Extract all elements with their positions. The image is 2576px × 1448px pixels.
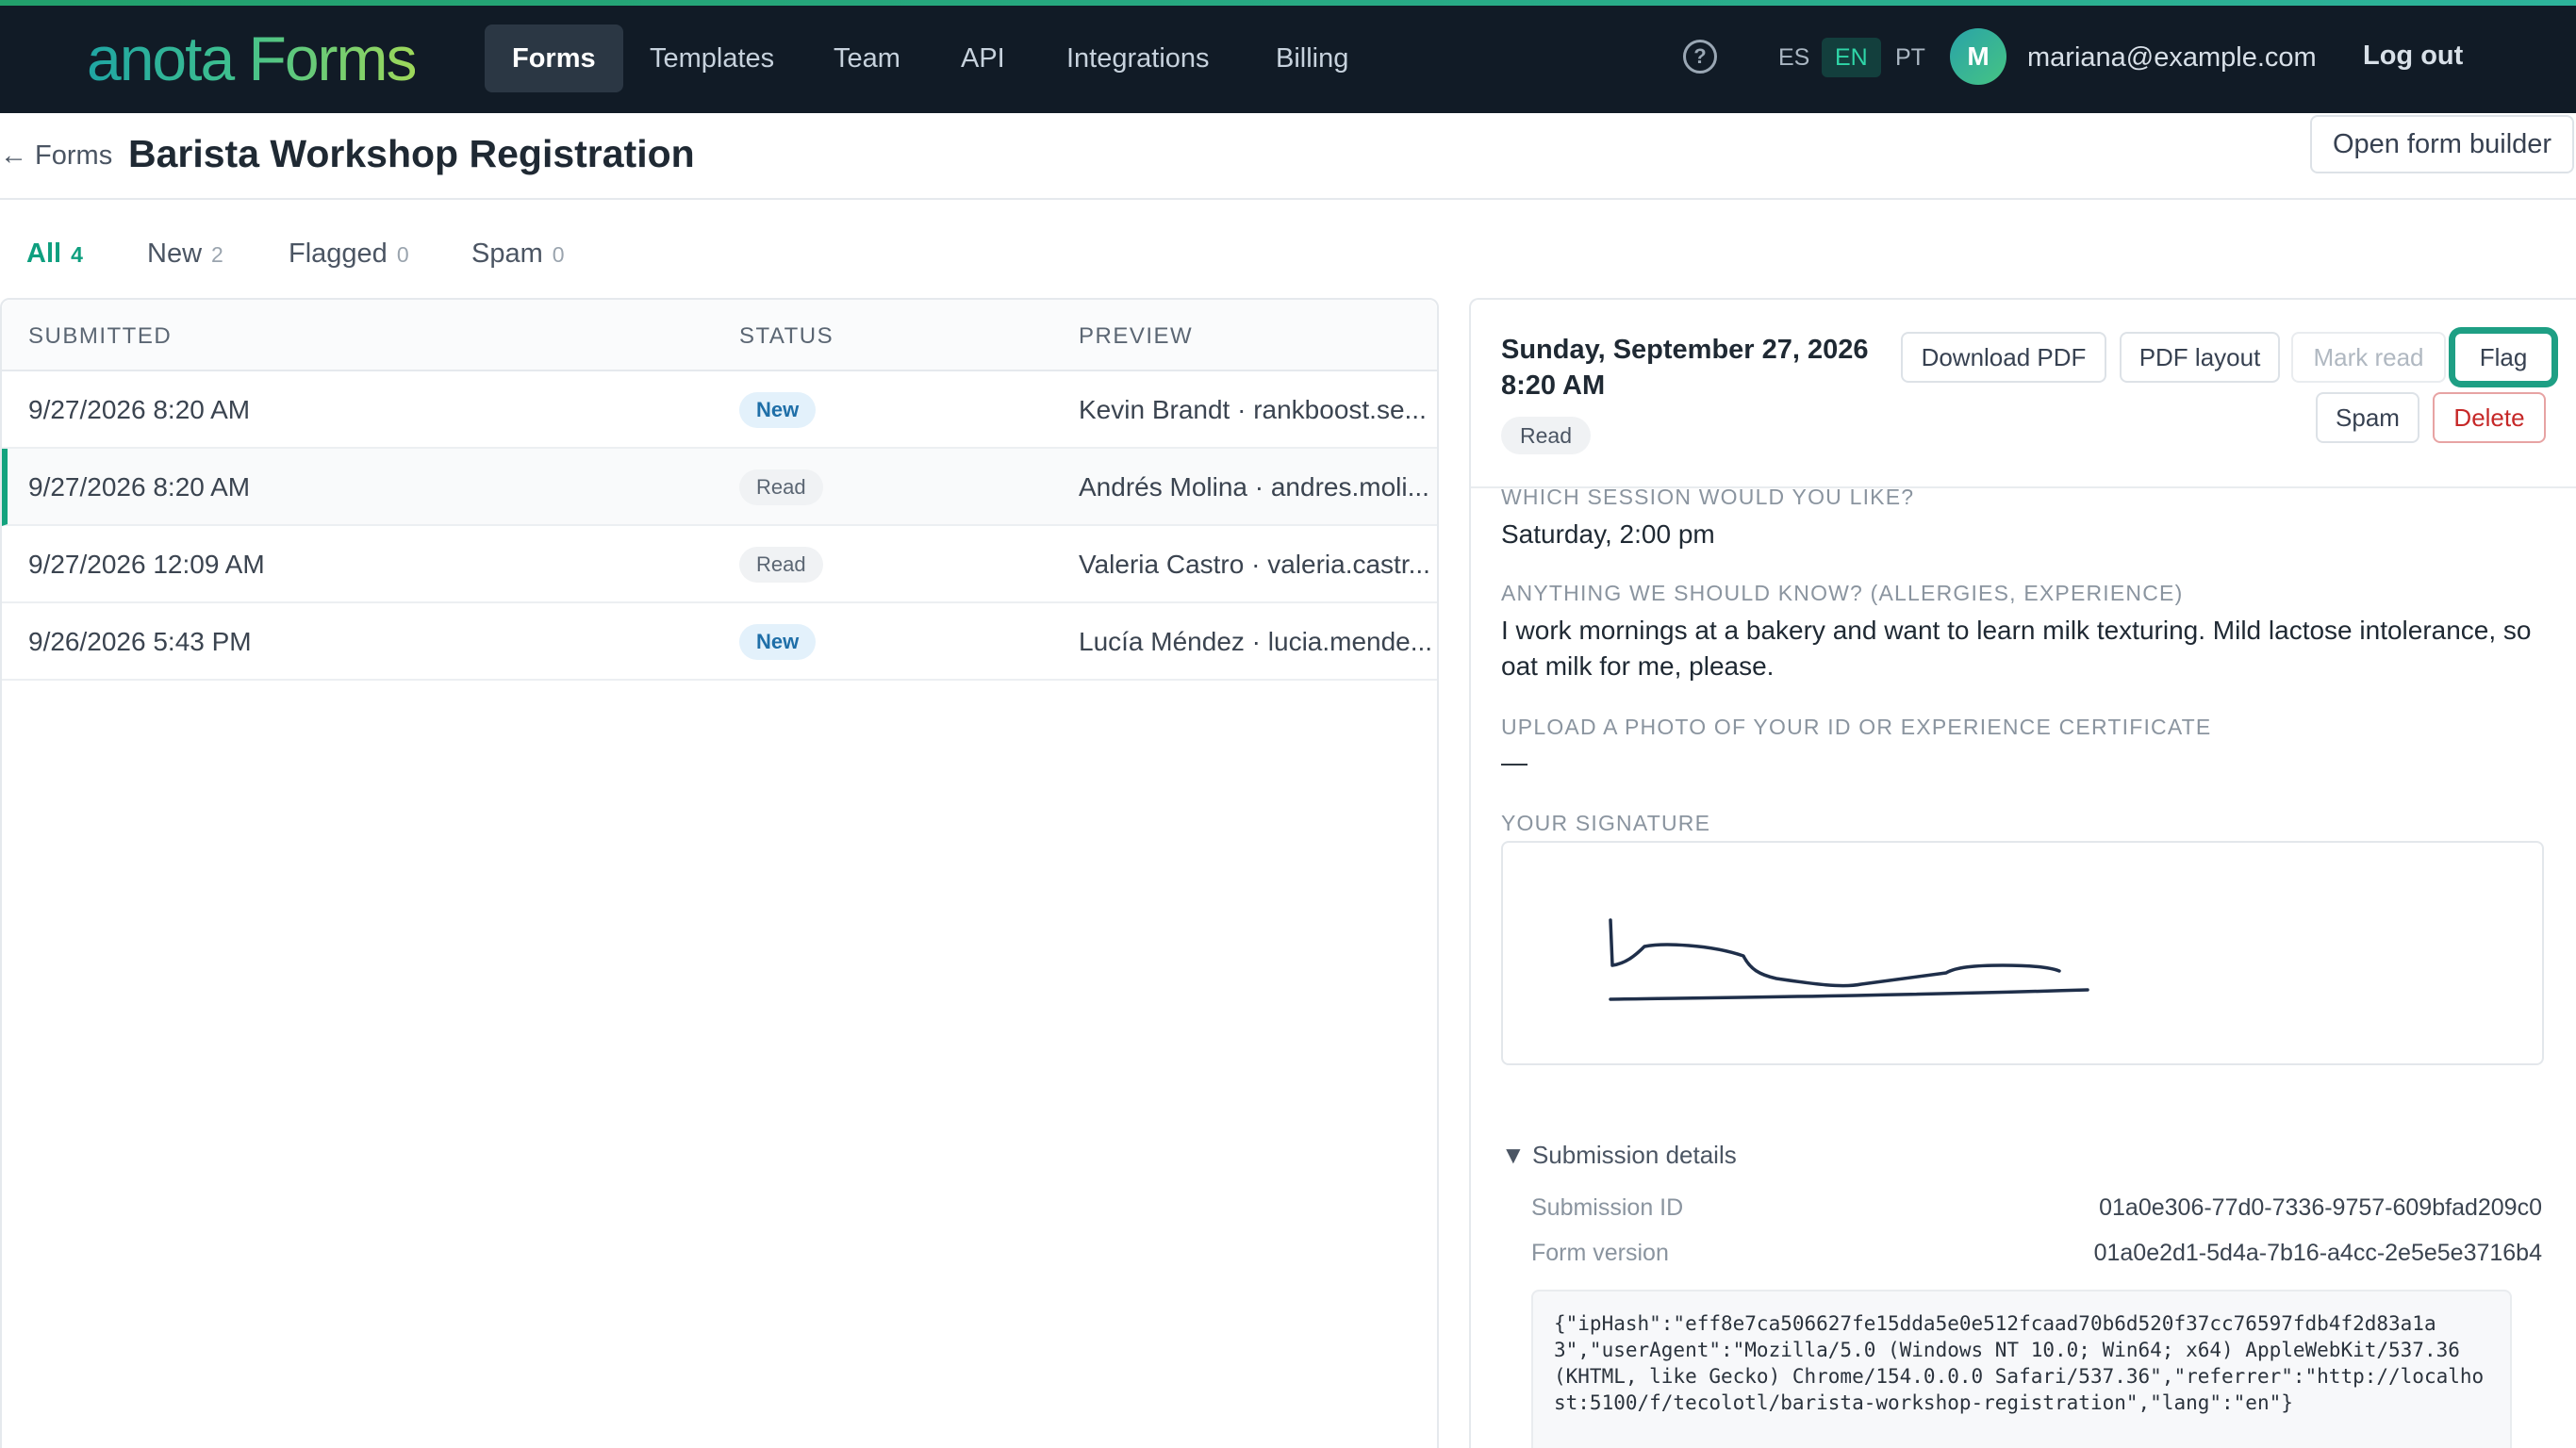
help-icon[interactable]: ? [1683, 40, 1717, 74]
preview-cell: Andrés Molina · andres.moli... [1079, 472, 1429, 502]
open-form-builder-button[interactable]: Open form builder [2310, 115, 2574, 173]
language-en[interactable]: EN [1822, 38, 1881, 77]
field-value: I work mornings at a bakery and want to … [1501, 616, 2532, 681]
form-version-label: Form version [1531, 1240, 1669, 1266]
table-header: SUBMITTED STATUS PREVIEW [2, 300, 1437, 371]
field-label: UPLOAD A PHOTO OF YOUR ID OR EXPERIENCE … [1501, 715, 2212, 739]
preview-cell: Valeria Castro · valeria.castr... [1079, 550, 1430, 579]
signature-drawing [1609, 918, 2089, 1001]
language-es[interactable]: ES [1765, 38, 1823, 77]
submissions-table: SUBMITTED STATUS PREVIEW 9/27/2026 8:20 … [0, 298, 1439, 1448]
submission-detail-panel: Sunday, September 27, 2026 8:20 AM Read … [1469, 298, 2576, 1448]
submitted-cell: 9/27/2026 8:20 AM [28, 395, 251, 424]
nav-api[interactable]: API [933, 25, 1032, 92]
filter-tabs: All 4 New 2 Flagged 0 Spam 0 [0, 200, 2576, 300]
top-navigation-bar: anota Forms Forms Templates Team API Int… [0, 0, 2576, 113]
tab-label: Spam [471, 239, 543, 269]
tab-label: New [147, 239, 203, 269]
preview-cell: Kevin Brandt · rankboost.se... [1079, 395, 1427, 424]
table-row[interactable]: 9/27/2026 12:09 AM Read Valeria Castro ·… [2, 526, 1437, 603]
user-avatar[interactable]: M [1950, 28, 2006, 85]
tab-count: 2 [211, 242, 223, 267]
logout-button[interactable]: Log out [2363, 36, 2463, 75]
tab-spam[interactable]: Spam 0 [471, 234, 565, 274]
column-submitted[interactable]: SUBMITTED [28, 322, 172, 351]
tab-label: Flagged [289, 239, 388, 269]
tab-label: All [26, 239, 62, 269]
field-label: YOUR SIGNATURE [1501, 811, 1711, 835]
back-to-forms-link[interactable]: ← Forms [0, 136, 112, 175]
download-pdf-button[interactable]: Download PDF [1901, 332, 2106, 383]
nav-integrations[interactable]: Integrations [1039, 25, 1237, 92]
table-row[interactable]: 9/27/2026 8:20 AM Read Andrés Molina · a… [2, 449, 1437, 526]
mark-read-button[interactable]: Mark read [2291, 332, 2446, 383]
submission-id-value: 01a0e306-77d0-7336-9757-609bfad209c0 [2099, 1194, 2542, 1221]
field-label: WHICH SESSION WOULD YOU LIKE? [1501, 485, 1915, 509]
nav-billing[interactable]: Billing [1248, 25, 1376, 92]
submitted-cell: 9/26/2026 5:43 PM [28, 627, 252, 656]
delete-button[interactable]: Delete [2433, 392, 2546, 443]
form-version-value: 01a0e2d1-5d4a-7b16-a4cc-2e5e5e3716b4 [2093, 1240, 2542, 1266]
tab-flagged[interactable]: Flagged 0 [289, 234, 409, 274]
column-status[interactable]: STATUS [739, 322, 834, 351]
nav-templates[interactable]: Templates [622, 25, 801, 92]
tab-count: 4 [71, 242, 83, 267]
pdf-layout-button[interactable]: PDF layout [2120, 332, 2280, 383]
field-label: ANYTHING WE SHOULD KNOW? (ALLERGIES, EXP… [1501, 581, 2184, 605]
submission-date: Sunday, September 27, 2026 8:20 AM [1501, 332, 1916, 403]
signature-box [1501, 841, 2544, 1065]
language-pt[interactable]: PT [1882, 38, 1939, 77]
page-header: ← Forms Barista Workshop Registration Op… [0, 113, 2576, 200]
nav-forms[interactable]: Forms [485, 25, 623, 92]
column-preview[interactable]: PREVIEW [1079, 322, 1193, 351]
top-accent-line [0, 0, 2576, 6]
spam-button[interactable]: Spam [2316, 392, 2419, 443]
page-title: Barista Workshop Registration [128, 132, 695, 175]
field-value: Saturday, 2:00 pm [1501, 519, 1715, 549]
flag-button[interactable]: Flag [2453, 332, 2553, 383]
status-badge: Read [739, 547, 823, 583]
status-badge: New [739, 392, 817, 428]
brand-logo[interactable]: anota Forms [87, 25, 417, 92]
status-badge: New [739, 624, 817, 660]
preview-cell: Lucía Méndez · lucia.mende... [1079, 627, 1433, 656]
status-badge: Read [739, 469, 823, 505]
table-row[interactable]: 9/27/2026 8:20 AM New Kevin Brandt · ran… [2, 371, 1437, 449]
table-row[interactable]: 9/26/2026 5:43 PM New Lucía Méndez · luc… [2, 603, 1437, 681]
submitted-cell: 9/27/2026 12:09 AM [28, 550, 265, 579]
field-value: — [1501, 748, 1527, 777]
detail-header: Sunday, September 27, 2026 8:20 AM Read … [1471, 300, 2576, 488]
tab-count: 0 [396, 242, 409, 267]
submitted-cell: 9/27/2026 8:20 AM [28, 472, 251, 502]
submission-metadata: {"ipHash":"eff8e7ca506627fe15dda5e0e512f… [1531, 1290, 2512, 1448]
submission-id-label: Submission ID [1531, 1194, 1684, 1221]
tab-count: 0 [552, 242, 565, 267]
nav-team[interactable]: Team [806, 25, 928, 92]
submission-time-line: 8:20 AM [1501, 370, 1606, 401]
user-email[interactable]: mariana@example.com [2027, 38, 2317, 77]
submission-details-toggle[interactable]: ▼ Submission details [1501, 1139, 1737, 1171]
status-badge: Read [1501, 417, 1591, 454]
tab-all[interactable]: All 4 [26, 234, 83, 274]
tab-new[interactable]: New 2 [147, 234, 223, 274]
submission-date-line: Sunday, September 27, 2026 [1501, 335, 1869, 365]
